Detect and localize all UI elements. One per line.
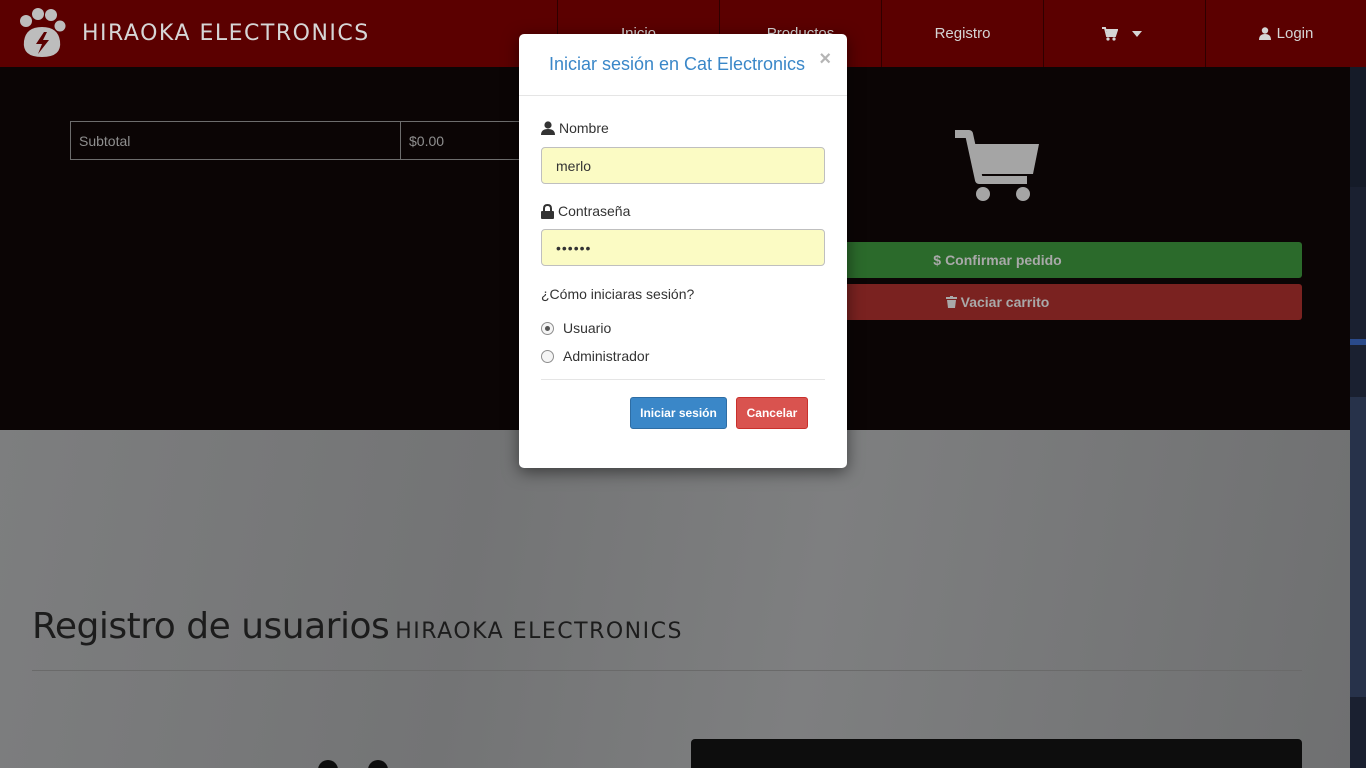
user-icon xyxy=(541,121,555,135)
radio-button[interactable] xyxy=(541,349,554,363)
name-label-text: Nombre xyxy=(559,120,609,136)
modal-divider xyxy=(541,379,825,380)
radio-administrador[interactable]: Administrador xyxy=(541,348,649,364)
cancel-button[interactable]: Cancelar xyxy=(736,397,808,429)
name-input[interactable] xyxy=(541,147,825,184)
radio-button-checked[interactable] xyxy=(541,321,554,335)
login-button[interactable]: Iniciar sesión xyxy=(630,397,727,429)
modal-header: Iniciar sesión en Cat Electronics × xyxy=(519,34,847,96)
password-input[interactable] xyxy=(541,229,825,266)
password-label: Contraseña xyxy=(541,203,630,219)
lock-icon xyxy=(541,203,554,219)
radio-usuario-label: Usuario xyxy=(563,320,612,336)
radio-usuario[interactable]: Usuario xyxy=(541,320,611,336)
name-label: Nombre xyxy=(541,120,609,136)
password-label-text: Contraseña xyxy=(558,203,631,219)
modal-title: Iniciar sesión en Cat Electronics xyxy=(548,54,806,74)
close-icon[interactable]: × xyxy=(819,48,831,71)
login-modal: Iniciar sesión en Cat Electronics × Nomb… xyxy=(519,34,847,468)
login-type-question: ¿Cómo iniciaras sesión? xyxy=(541,286,695,302)
radio-administrador-label: Administrador xyxy=(563,348,650,364)
